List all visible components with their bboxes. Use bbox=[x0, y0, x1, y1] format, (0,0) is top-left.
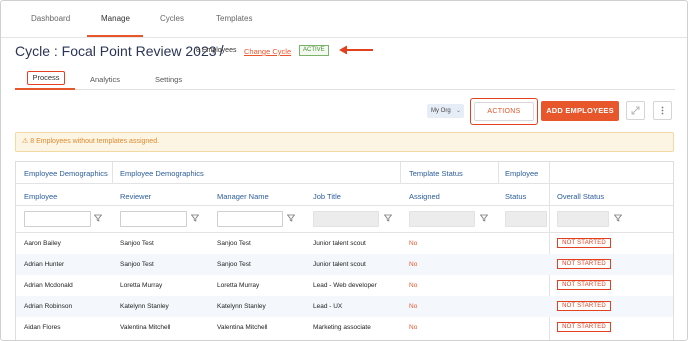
arrow-left-icon bbox=[339, 45, 373, 55]
divider bbox=[498, 162, 499, 183]
employee-count: 8 Employees bbox=[196, 47, 237, 54]
group-header-employee-demographics: Employee Demographics bbox=[24, 169, 108, 178]
job-title: Lead - Web developer bbox=[313, 282, 377, 289]
expand-button[interactable] bbox=[626, 101, 645, 120]
manager-filter-input[interactable] bbox=[217, 211, 283, 227]
status-badge: NOT STARTED bbox=[557, 322, 611, 332]
table-row[interactable]: Adrian Robinson Katelynn Stanley Katelyn… bbox=[16, 296, 673, 317]
status-badge: NOT STARTED bbox=[557, 301, 611, 311]
table-row[interactable]: Adrian Mcdonald Loretta Murray Loretta M… bbox=[16, 275, 673, 296]
assigned-value: No bbox=[409, 240, 418, 247]
manager-name: Katelynn Stanley bbox=[217, 303, 266, 310]
filter-icon[interactable] bbox=[384, 214, 392, 222]
reviewer-name: Sanjoo Test bbox=[120, 240, 154, 247]
more-options-button[interactable] bbox=[653, 101, 672, 120]
manager-name: Valentina Mitchell bbox=[217, 324, 268, 331]
employee-name[interactable]: Adrian Robinson bbox=[24, 303, 72, 310]
tab-manage[interactable]: Manage bbox=[101, 14, 130, 23]
filter-icon[interactable] bbox=[480, 214, 488, 222]
status-badge: NOT STARTED bbox=[557, 280, 611, 290]
cycle-title: Cycle : Focal Point Review 2023 bbox=[15, 43, 217, 59]
column-header-manager-name[interactable]: Manager Name bbox=[217, 192, 269, 201]
table-row[interactable]: Adrian Hunter Sanjoo Test Sanjoo Test Ju… bbox=[16, 254, 673, 275]
filter-icon[interactable] bbox=[94, 214, 102, 222]
group-header-template-status: Template Status bbox=[409, 169, 463, 178]
actions-button[interactable]: ACTIONS bbox=[474, 102, 534, 121]
overall-status-filter-input bbox=[557, 211, 609, 227]
reviewer-name: Loretta Murray bbox=[120, 282, 163, 289]
employee-name[interactable]: Aaron Bailey bbox=[24, 240, 61, 247]
tab-cycles[interactable]: Cycles bbox=[160, 14, 184, 23]
status-filter-input bbox=[505, 211, 547, 227]
subtab-process[interactable]: Process bbox=[27, 71, 65, 85]
assigned-value: No bbox=[409, 282, 418, 289]
reviewer-name: Sanjoo Test bbox=[120, 261, 154, 268]
org-select-value: My Org bbox=[431, 108, 451, 114]
reviewer-name: Katelynn Stanley bbox=[120, 303, 169, 310]
group-header-employee-demographics-2: Employee Demographics bbox=[120, 169, 204, 178]
divider bbox=[16, 183, 673, 184]
table-row[interactable]: Aaron Bailey Sanjoo Test Sanjoo Test Jun… bbox=[16, 233, 673, 254]
assigned-value: No bbox=[409, 324, 418, 331]
manager-name: Loretta Murray bbox=[217, 282, 260, 289]
manager-name: Sanjoo Test bbox=[217, 240, 251, 247]
status-badge: NOT STARTED bbox=[557, 259, 611, 269]
warning-icon: ⚠ bbox=[22, 138, 29, 145]
table-row[interactable]: Aidan Flores Valentina Mitchell Valentin… bbox=[16, 317, 673, 338]
assigned-value: No bbox=[409, 261, 418, 268]
assigned-filter-input bbox=[409, 211, 475, 227]
change-cycle-link[interactable]: Change Cycle bbox=[244, 47, 291, 56]
warning-text: 8 Employees without templates assigned. bbox=[30, 138, 160, 145]
filter-icon[interactable] bbox=[287, 214, 295, 222]
employee-filter-input[interactable] bbox=[24, 211, 91, 227]
employee-name[interactable]: Adrian Mcdonald bbox=[24, 282, 73, 289]
job-title: Marketing associate bbox=[313, 324, 371, 331]
subtab-settings[interactable]: Settings bbox=[155, 75, 182, 84]
active-tab-indicator bbox=[87, 35, 143, 37]
employee-name[interactable]: Adrian Hunter bbox=[24, 261, 64, 268]
job-title-filter-input bbox=[313, 211, 379, 227]
tab-dashboard[interactable]: Dashboard bbox=[31, 14, 70, 23]
expand-icon bbox=[631, 106, 640, 115]
filter-icon[interactable] bbox=[191, 214, 199, 222]
subtab-analytics[interactable]: Analytics bbox=[90, 75, 120, 84]
column-header-reviewer[interactable]: Reviewer bbox=[120, 192, 151, 201]
reviewer-name: Valentina Mitchell bbox=[120, 324, 171, 331]
job-title: Lead - UX bbox=[313, 303, 343, 310]
page-title: Cycle : Focal Point Review 2023/ bbox=[15, 43, 226, 60]
template-warning: ⚠ 8 Employees without templates assigned… bbox=[15, 132, 674, 152]
manager-name: Sanjoo Test bbox=[217, 261, 251, 268]
status-badge: NOT STARTED bbox=[557, 238, 611, 248]
subtab-active-indicator bbox=[15, 88, 75, 90]
divider bbox=[400, 162, 401, 183]
job-title: Junior talent scout bbox=[313, 240, 366, 247]
job-title: Junior talent scout bbox=[313, 261, 366, 268]
reviewer-filter-input[interactable] bbox=[120, 211, 187, 227]
employee-name[interactable]: Aidan Flores bbox=[24, 324, 61, 331]
top-nav: Dashboard Manage Cycles Templates bbox=[1, 1, 687, 38]
app-frame: Dashboard Manage Cycles Templates Cycle … bbox=[0, 0, 688, 341]
add-employees-button[interactable]: ADD EMPLOYEES bbox=[541, 101, 619, 121]
status-badge: ACTIVE bbox=[299, 45, 329, 56]
divider bbox=[112, 162, 113, 183]
group-header-employee: Employee bbox=[505, 169, 539, 178]
column-header-job-title[interactable]: Job Title bbox=[313, 192, 341, 201]
column-header-assigned[interactable]: Assigned bbox=[409, 192, 440, 201]
column-header-overall-status[interactable]: Overall Status bbox=[557, 192, 604, 201]
divider bbox=[16, 205, 673, 206]
column-header-employee[interactable]: Employee bbox=[24, 192, 57, 201]
chevron-down-icon: ⌄ bbox=[455, 108, 461, 114]
sub-tabs: Process Analytics Settings bbox=[15, 69, 675, 90]
assigned-value: No bbox=[409, 303, 418, 310]
employees-table: Employee Demographics Employee Demograph… bbox=[15, 161, 674, 340]
org-select[interactable]: My Org ⌄ bbox=[427, 104, 464, 118]
more-vertical-icon bbox=[661, 106, 664, 115]
column-header-status[interactable]: Status bbox=[505, 192, 526, 201]
tab-templates[interactable]: Templates bbox=[216, 14, 252, 23]
filter-icon[interactable] bbox=[614, 214, 622, 222]
